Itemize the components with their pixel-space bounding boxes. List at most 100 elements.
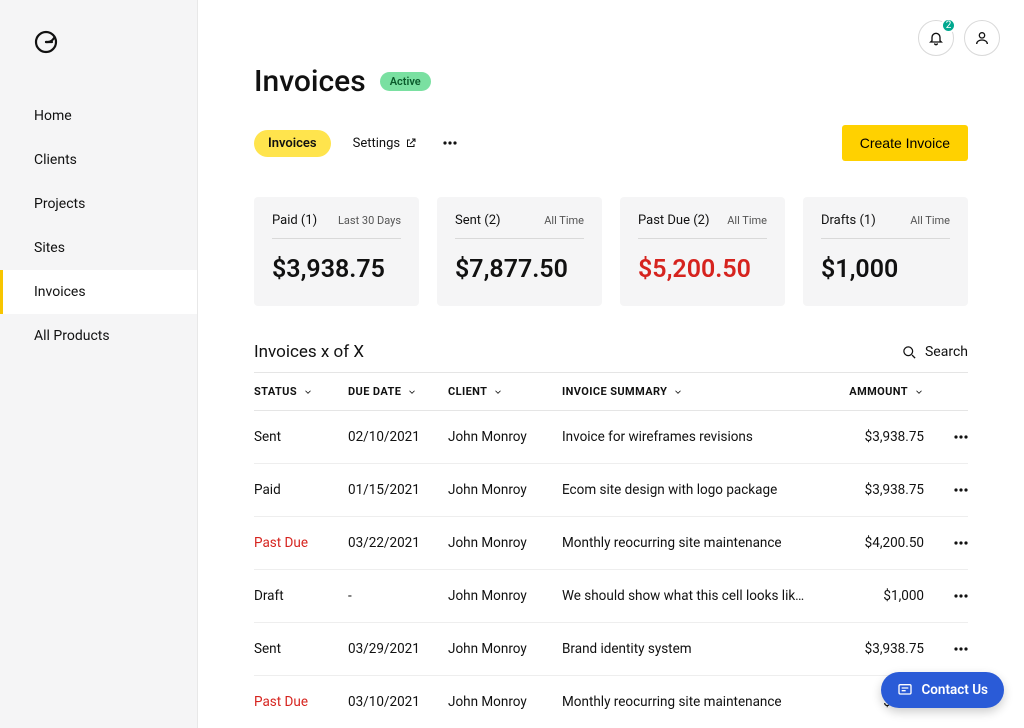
cell-amount: $3,938.75: [814, 641, 924, 657]
sidebar-nav: Home Clients Projects Sites Invoices All…: [0, 94, 197, 358]
card-period: All Time: [544, 214, 584, 227]
contact-us-button[interactable]: Contact Us: [881, 672, 1004, 708]
column-invoice-summary[interactable]: Invoice Summary: [562, 385, 810, 398]
create-invoice-button[interactable]: Create Invoice: [842, 125, 968, 161]
sidebar: Home Clients Projects Sites Invoices All…: [0, 0, 198, 728]
search-label: Search: [925, 344, 968, 360]
cell-status: Past Due: [254, 694, 344, 710]
more-dots-icon: [954, 541, 968, 545]
cell-summary: Invoice for wireframes revisions: [562, 429, 810, 445]
table-row[interactable]: Draft - John Monroy We should show what …: [254, 570, 968, 623]
summary-card[interactable]: Sent (2) All Time $7,877.50: [437, 197, 602, 306]
column-label: Client: [448, 385, 487, 398]
sidebar-item-label: Projects: [34, 196, 85, 212]
table-row[interactable]: Past Due 03/22/2021 John Monroy Monthly …: [254, 517, 968, 570]
column-label: Status: [254, 385, 297, 398]
chevron-down-icon: [493, 387, 503, 397]
table-row[interactable]: Sent 03/29/2021 John Monroy Brand identi…: [254, 623, 968, 676]
more-dots-icon: [954, 435, 968, 439]
row-actions[interactable]: [928, 594, 968, 598]
sidebar-item-clients[interactable]: Clients: [0, 138, 197, 182]
card-label: Drafts (1): [821, 213, 876, 228]
cell-amount: $3,938.75: [814, 482, 924, 498]
column-label: Invoice Summary: [562, 385, 667, 398]
cell-summary: Ecom site design with logo package: [562, 482, 810, 498]
more-dots-icon: [443, 141, 457, 145]
chevron-down-icon: [673, 387, 683, 397]
table-head: Status Due Date Client Invoice Summary A…: [254, 373, 968, 411]
cell-summary: Monthly reocurring site maintenance: [562, 694, 810, 710]
more-dots-icon: [954, 594, 968, 598]
tab-settings[interactable]: Settings: [353, 136, 417, 151]
more-menu[interactable]: [439, 137, 461, 149]
row-actions[interactable]: [928, 647, 968, 651]
sidebar-item-projects[interactable]: Projects: [0, 182, 197, 226]
profile-button[interactable]: [964, 20, 1000, 56]
card-amount: $1,000: [821, 255, 950, 284]
more-dots-icon: [954, 647, 968, 651]
sidebar-item-label: Home: [34, 108, 72, 124]
cell-status: Sent: [254, 641, 344, 657]
sidebar-item-home[interactable]: Home: [0, 94, 197, 138]
cell-summary: Monthly reocurring site maintenance: [562, 535, 810, 551]
bell-icon: [928, 30, 944, 46]
summary-card[interactable]: Drafts (1) All Time $1,000: [803, 197, 968, 306]
sidebar-item-label: Clients: [34, 152, 77, 168]
main: 2 Invoices Active Invoices Settings: [198, 0, 1024, 728]
tabs-row: Invoices Settings Create Invoice: [254, 125, 968, 161]
tab-invoices[interactable]: Invoices: [254, 130, 331, 157]
sidebar-item-sites[interactable]: Sites: [0, 226, 197, 270]
content: Invoices Active Invoices Settings Create…: [198, 56, 1024, 728]
column-client[interactable]: Client: [448, 385, 558, 398]
cell-summary: Brand identity system: [562, 641, 810, 657]
row-actions[interactable]: [928, 541, 968, 545]
sidebar-item-invoices[interactable]: Invoices: [0, 270, 197, 314]
column-due-date[interactable]: Due Date: [348, 385, 444, 398]
column-status[interactable]: Status: [254, 385, 344, 398]
column-label: Ammount: [849, 385, 908, 398]
cell-due-date: 03/10/2021: [348, 694, 444, 710]
card-period: Last 30 Days: [338, 214, 401, 227]
topbar: 2: [198, 0, 1024, 56]
summary-card[interactable]: Paid (1) Last 30 Days $3,938.75: [254, 197, 419, 306]
chat-icon: [897, 682, 913, 698]
card-period: All Time: [910, 214, 950, 227]
chevron-down-icon: [303, 387, 313, 397]
summary-card[interactable]: Past Due (2) All Time $5,200.50: [620, 197, 785, 306]
table-row[interactable]: Sent 02/10/2021 John Monroy Invoice for …: [254, 411, 968, 464]
cell-client: John Monroy: [448, 429, 558, 445]
contact-us-label: Contact Us: [921, 682, 988, 698]
notifications-button[interactable]: 2: [918, 20, 954, 56]
sidebar-item-all-products[interactable]: All Products: [0, 314, 197, 358]
table-row[interactable]: Paid 01/15/2021 John Monroy Ecom site de…: [254, 464, 968, 517]
column-amount[interactable]: Ammount: [814, 385, 924, 398]
notifications-count-badge: 2: [941, 18, 956, 33]
search-button[interactable]: Search: [902, 344, 968, 360]
cell-client: John Monroy: [448, 588, 558, 604]
cell-summary: We should show what this cell looks like…: [562, 588, 810, 604]
chevron-down-icon: [407, 387, 417, 397]
cell-due-date: 03/29/2021: [348, 641, 444, 657]
cell-amount: $1,000: [814, 588, 924, 604]
row-actions[interactable]: [928, 488, 968, 492]
cell-client: John Monroy: [448, 694, 558, 710]
cell-status: Sent: [254, 429, 344, 445]
cell-due-date: 02/10/2021: [348, 429, 444, 445]
brand-logo[interactable]: [0, 0, 197, 94]
table-header-row: Invoices x of X Search: [254, 342, 968, 373]
search-icon: [902, 345, 917, 360]
row-actions[interactable]: [928, 435, 968, 439]
cell-amount: $3,938.75: [814, 429, 924, 445]
card-period: All Time: [727, 214, 767, 227]
table-body: Sent 02/10/2021 John Monroy Invoice for …: [254, 411, 968, 728]
table-row[interactable]: Past Due 03/10/2021 John Monroy Monthly …: [254, 676, 968, 728]
cell-client: John Monroy: [448, 641, 558, 657]
cell-client: John Monroy: [448, 482, 558, 498]
sidebar-item-label: Invoices: [34, 284, 86, 300]
external-link-icon: [405, 137, 417, 149]
cell-amount: $4,200.50: [814, 535, 924, 551]
cell-status: Paid: [254, 482, 344, 498]
table-caption: Invoices x of X: [254, 342, 364, 362]
page-header: Invoices Active: [254, 64, 968, 99]
card-amount: $3,938.75: [272, 255, 401, 284]
